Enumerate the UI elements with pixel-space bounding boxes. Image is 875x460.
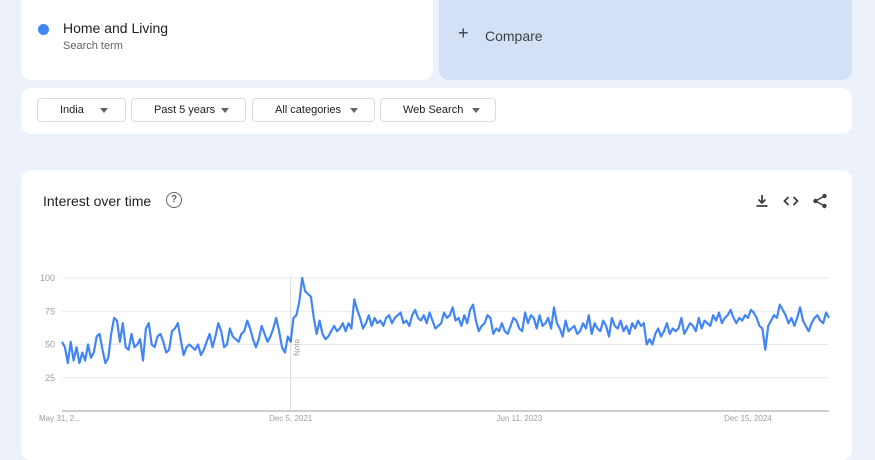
filter-category-dropdown[interactable]: All categories <box>252 98 375 122</box>
search-term-name[interactable]: Home and Living <box>63 20 168 36</box>
dropdown-caret-icon <box>99 107 108 113</box>
filter-time-range-label: Past 5 years <box>154 104 216 116</box>
y-tick-label: 25 <box>45 373 55 383</box>
interest-line-chart: 25 50 75 100 Note May 31, 2... Dec 5, 2021 Jun … <box>39 273 830 423</box>
x-tick-label: May 31, 2... <box>39 414 81 423</box>
filter-time-range-dropdown[interactable]: Past 5 years <box>131 98 246 122</box>
plus-icon: + <box>458 23 469 43</box>
x-tick-label: Dec 5, 2021 <box>269 414 313 423</box>
filter-region-label: India <box>60 104 84 116</box>
dropdown-caret-icon <box>221 107 230 113</box>
y-tick-label: 75 <box>45 306 55 316</box>
filter-bar: India Past 5 years All categories Web Se… <box>21 88 852 134</box>
interest-series-line <box>61 276 830 365</box>
compare-label: Compare <box>485 28 543 44</box>
y-tick-label: 50 <box>45 340 55 350</box>
filter-search-type-dropdown[interactable]: Web Search <box>380 98 496 122</box>
x-tick-label: Dec 15, 2024 <box>724 414 772 423</box>
x-tick-label: Jun 11, 2023 <box>496 414 542 423</box>
filter-search-type-label: Web Search <box>403 104 464 116</box>
dropdown-caret-icon <box>350 107 359 113</box>
compare-button[interactable]: + Compare <box>439 0 852 80</box>
filter-region-dropdown[interactable]: India <box>37 98 126 122</box>
filter-category-label: All categories <box>275 104 342 116</box>
series-color-dot <box>38 24 49 35</box>
interest-over-time-card: Interest over time ? 25 50 75 100 Note May 31… <box>21 170 852 460</box>
search-term-card[interactable]: Home and Living Search term <box>21 0 433 80</box>
dropdown-caret-icon <box>472 107 481 113</box>
annotation-note-label: Note <box>293 339 302 356</box>
y-tick-label: 100 <box>40 273 55 283</box>
search-term-subtitle: Search term <box>63 40 123 52</box>
